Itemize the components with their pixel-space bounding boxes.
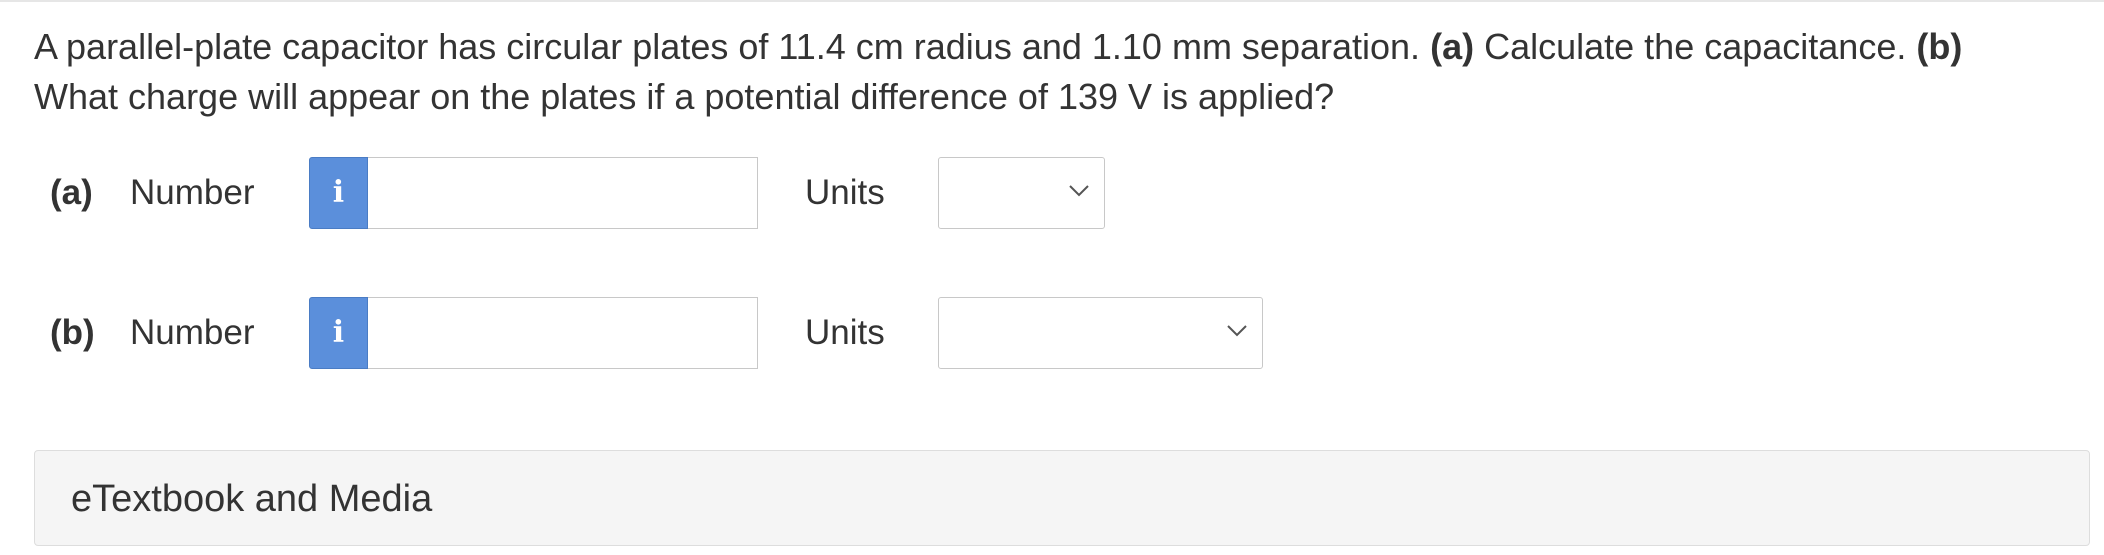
answer-row-b: (b) Number i Units (50, 297, 1450, 369)
number-label-a: Number (130, 173, 255, 212)
number-input-a[interactable] (368, 157, 758, 229)
part-b-label: (b) (50, 313, 95, 352)
question-part-b-marker: (b) (1916, 26, 1963, 67)
chevron-down-icon (1227, 325, 1247, 337)
answer-row-a: (a) Number i Units (50, 157, 1450, 229)
etextbook-title: eTextbook and Media (71, 478, 433, 520)
question-part-a-marker: (a) (1430, 26, 1475, 67)
units-label-b: Units (805, 313, 885, 352)
top-divider (0, 0, 2104, 2)
question-text: A parallel-plate capacitor has circular … (34, 22, 2054, 122)
number-input-b[interactable] (368, 297, 758, 369)
etextbook-panel[interactable]: eTextbook and Media (34, 450, 2090, 546)
units-select-b[interactable] (938, 297, 1263, 369)
info-button-b[interactable]: i (309, 297, 368, 369)
units-label-a: Units (805, 173, 885, 212)
info-icon: i (332, 315, 345, 350)
question-intro: A parallel-plate capacitor has circular … (34, 26, 1421, 67)
chevron-down-icon (1069, 185, 1089, 197)
number-label-b: Number (130, 313, 255, 352)
part-a-label: (a) (50, 173, 93, 212)
info-button-a[interactable]: i (309, 157, 368, 229)
question-part-a-text: Calculate the capacitance. (1484, 26, 1907, 67)
info-icon: i (332, 175, 345, 210)
question-part-b-text: What charge will appear on the plates if… (34, 76, 1335, 117)
units-select-a[interactable] (938, 157, 1105, 229)
